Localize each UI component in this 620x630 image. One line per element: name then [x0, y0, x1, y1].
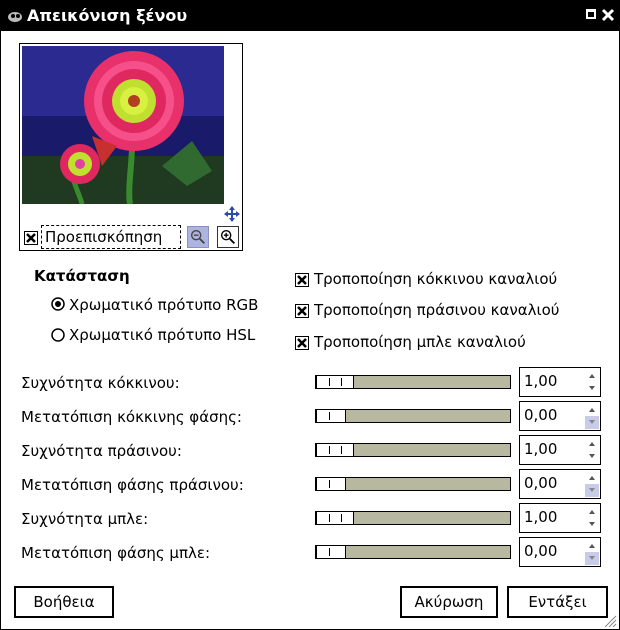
rgb-radio[interactable]: [51, 297, 65, 311]
spin-value[interactable]: 0,00: [524, 542, 557, 560]
gimp-app-icon: [8, 12, 22, 22]
green-phase-shift-spinbutton[interactable]: 0,00: [519, 469, 601, 499]
rgb-radio-label[interactable]: Χρωματικό πρότυπο RGB: [69, 296, 258, 314]
title-bar[interactable]: Απεικόνιση ξένου: [1, 1, 619, 31]
ok-button[interactable]: Εντάξει: [507, 586, 608, 618]
spin-value[interactable]: 1,00: [524, 372, 557, 390]
blue-frequency-label: Συχνότητα μπλε:: [21, 510, 149, 528]
red-phase-shift-slider[interactable]: [315, 409, 511, 423]
green-frequency-label: Συχνότητα πράσινου:: [21, 442, 182, 460]
blue-frequency-slider[interactable]: [315, 511, 511, 525]
green-channel-label[interactable]: Τροποποίηση πράσινου καναλιού: [314, 301, 559, 319]
zoom-in-icon[interactable]: [217, 226, 239, 248]
green-phase-shift-slider[interactable]: [315, 477, 511, 491]
dialog-window: Απεικόνιση ξένου Προεπισκόπηση Κατάσταση…: [0, 0, 620, 630]
red-frequency-slider[interactable]: [315, 375, 511, 389]
slider-thumb[interactable]: [316, 545, 346, 559]
spin-up-icon[interactable]: [585, 505, 599, 518]
spin-down-icon[interactable]: [585, 382, 599, 395]
preview-label[interactable]: Προεπισκόπηση: [41, 225, 181, 249]
blue-phase-shift-spinbutton[interactable]: 0,00: [519, 537, 601, 567]
resize-grip-icon[interactable]: [601, 613, 617, 627]
hsl-radio-label[interactable]: Χρωματικό πρότυπο HSL: [69, 326, 255, 344]
spin-down-icon[interactable]: [585, 518, 599, 531]
close-icon[interactable]: [601, 8, 615, 22]
slider-thumb[interactable]: [316, 443, 354, 457]
spin-value[interactable]: 1,00: [524, 440, 557, 458]
red-channel-label[interactable]: Τροποποίηση κόκκινου καναλιού: [314, 270, 557, 288]
blue-phase-shift-label: Μετατόπιση φάσης μπλε:: [21, 544, 211, 562]
slider-thumb[interactable]: [316, 477, 346, 491]
green-channel-checkbox[interactable]: [295, 304, 309, 318]
red-phase-shift-spinbutton[interactable]: 0,00: [519, 401, 601, 431]
zoom-out-icon[interactable]: [187, 226, 209, 248]
spin-up-icon[interactable]: [585, 403, 599, 416]
slider-thumb[interactable]: [316, 409, 346, 423]
blue-phase-shift-slider[interactable]: [315, 545, 511, 559]
spin-value[interactable]: 0,00: [524, 406, 557, 424]
hsl-radio[interactable]: [51, 328, 65, 342]
red-frequency-label: Συχνότητα κόκκινου:: [21, 374, 180, 392]
green-frequency-slider[interactable]: [315, 443, 511, 457]
spin-down-icon[interactable]: [585, 484, 599, 497]
blue-channel-label[interactable]: Τροποποίηση μπλε καναλιού: [314, 333, 526, 351]
green-phase-shift-label: Μετατόπιση φάσης πράσινου:: [21, 476, 244, 494]
spin-up-icon[interactable]: [585, 369, 599, 382]
spin-down-icon[interactable]: [585, 416, 599, 429]
preview-image[interactable]: [22, 46, 224, 204]
blue-frequency-spinbutton[interactable]: 1,00: [519, 503, 601, 533]
window-title: Απεικόνιση ξένου: [27, 6, 188, 25]
spin-up-icon[interactable]: [585, 539, 599, 552]
maximize-icon[interactable]: [585, 8, 599, 22]
red-phase-shift-label: Μετατόπιση κόκκινης φάσης:: [21, 408, 242, 426]
spin-value[interactable]: 1,00: [524, 508, 557, 526]
slider-thumb[interactable]: [316, 511, 354, 525]
preview-checkbox[interactable]: [24, 231, 38, 245]
blue-channel-checkbox[interactable]: [295, 336, 309, 350]
spin-up-icon[interactable]: [585, 437, 599, 450]
green-frequency-spinbutton[interactable]: 1,00: [519, 435, 601, 465]
red-frequency-spinbutton[interactable]: 1,00: [519, 367, 601, 397]
spin-down-icon[interactable]: [585, 450, 599, 463]
mode-section-label: Κατάσταση: [34, 267, 130, 285]
spin-value[interactable]: 0,00: [524, 474, 557, 492]
spin-down-icon[interactable]: [585, 552, 599, 565]
cancel-button[interactable]: Ακύρωση: [400, 586, 498, 618]
red-channel-checkbox[interactable]: [295, 273, 309, 287]
spin-up-icon[interactable]: [585, 471, 599, 484]
slider-thumb[interactable]: [316, 375, 354, 389]
help-button[interactable]: Βοήθεια: [14, 586, 114, 618]
navigate-icon[interactable]: [224, 206, 240, 222]
